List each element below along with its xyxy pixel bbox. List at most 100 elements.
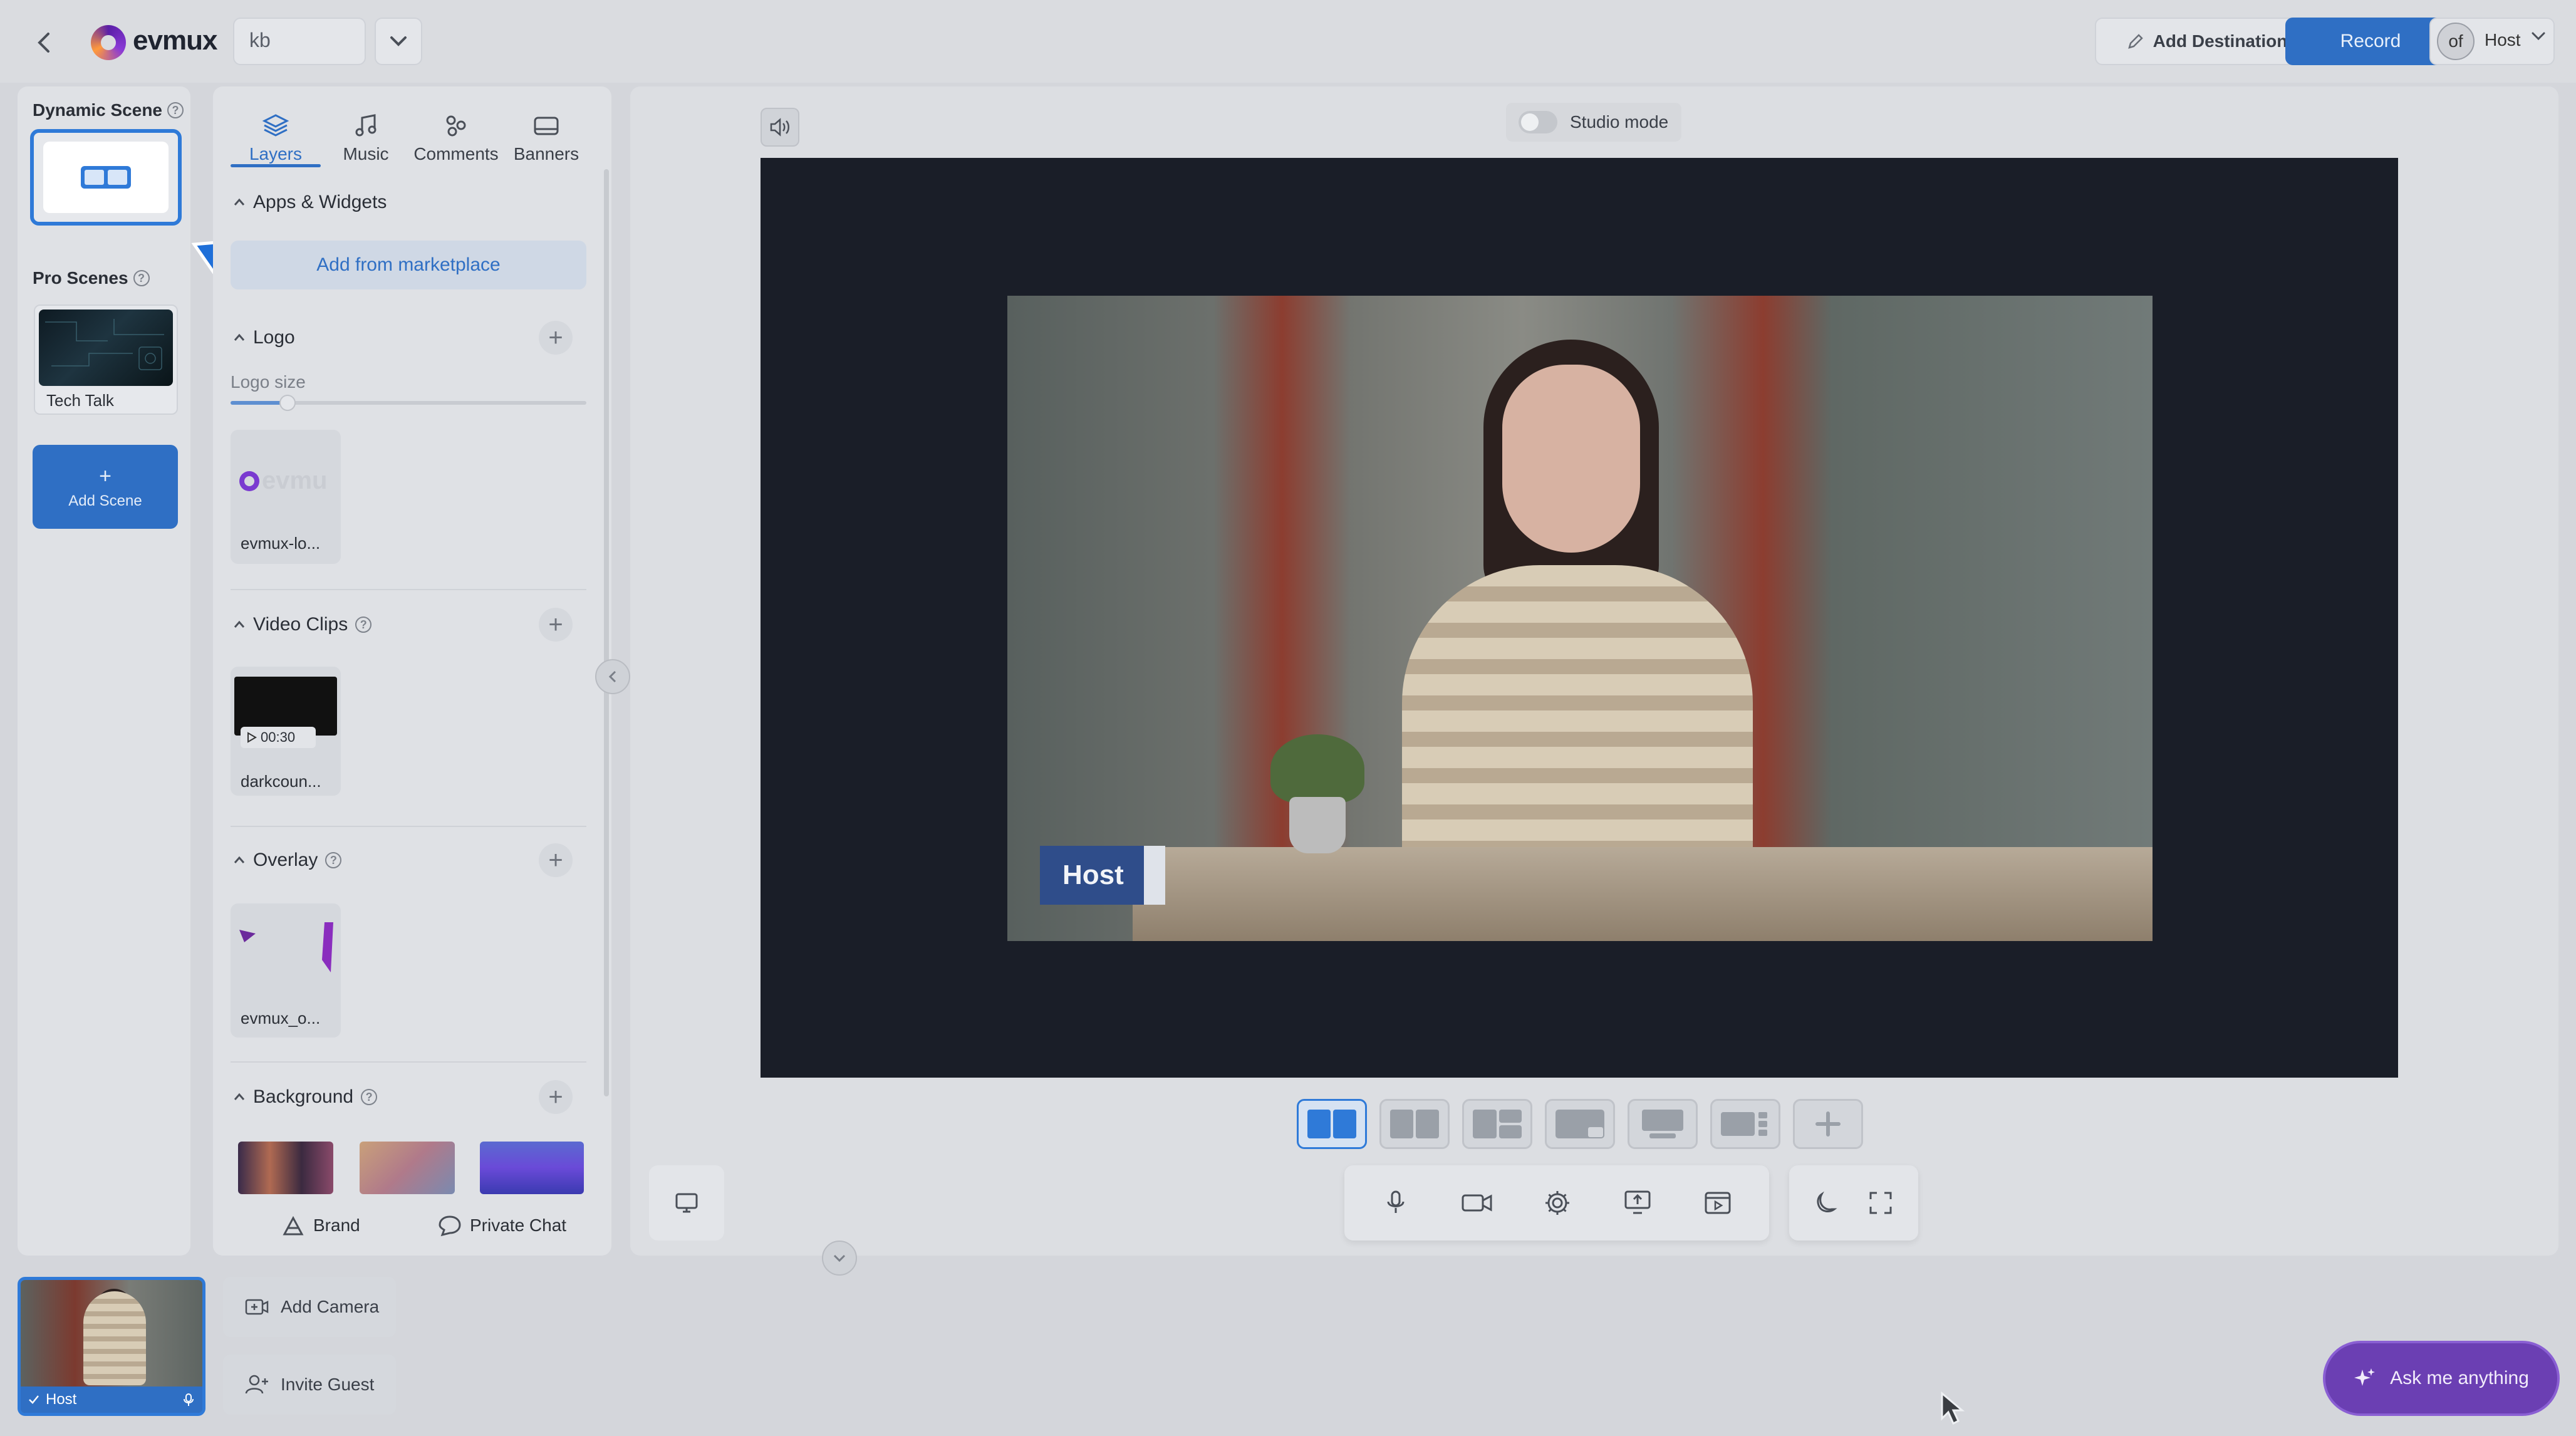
scene-card-tech-talk[interactable]: Tech Talk [34,304,178,415]
participant-body [83,1291,146,1385]
ask-me-anything-button[interactable]: Ask me anything [2323,1341,2560,1416]
help-icon[interactable]: ? [133,270,150,286]
background-option[interactable] [360,1142,455,1194]
layout-single[interactable] [1628,1099,1698,1149]
monitor-icon [675,1193,698,1213]
tab-label: Comments [413,144,499,164]
tab-music[interactable]: Music [322,101,410,164]
studio-mode-toggle[interactable]: Studio mode [1506,103,1681,142]
pencil-icon [2127,34,2143,49]
invite-guest-label: Invite Guest [281,1375,375,1394]
microphone-button[interactable] [1378,1185,1413,1220]
plus-icon: + [99,464,112,488]
add-camera-icon [245,1299,269,1315]
invite-user-icon [245,1375,268,1394]
tab-label: Layers [249,144,303,164]
ask-label: Ask me anything [2390,1368,2529,1388]
chevron-up-icon [234,856,245,863]
add-from-marketplace-button[interactable]: Add from marketplace [231,241,586,289]
background-option[interactable] [238,1142,333,1194]
microphone-icon [184,1393,194,1406]
monitor-button[interactable] [649,1165,724,1241]
chevron-left-icon [38,33,49,53]
layout-sidebar[interactable] [1710,1099,1780,1149]
tab-banners[interactable]: Banners [502,101,590,164]
video-clips-header[interactable]: Video Clips ? [233,614,372,635]
scene-card-label: Tech Talk [46,391,114,410]
video-camera-icon [1462,1194,1492,1212]
brand-label: Brand [313,1215,360,1235]
split-layout-icon [1390,1110,1439,1138]
divider [231,589,586,590]
background-header[interactable]: Background ? [233,1086,378,1108]
share-screen-icon [1624,1190,1651,1214]
divider [231,826,586,827]
layers-scrollbar[interactable] [604,169,609,1096]
dark-mode-button[interactable] [1809,1185,1844,1220]
host-video-feed [1007,296,2153,941]
add-video-clip-button[interactable]: + [539,608,573,642]
add-camera-button[interactable]: Add Camera [223,1277,396,1337]
section-title: Apps & Widgets [253,192,387,212]
back-button[interactable] [19,18,69,68]
fullscreen-button[interactable] [1863,1185,1898,1220]
logo-asset-label: evmux-lo... [241,534,321,553]
apps-widgets-header[interactable]: Apps & Widgets [233,192,387,213]
layout-side-by-side[interactable] [1379,1099,1450,1149]
video-desk [1133,847,2153,941]
layout-grid[interactable] [1462,1099,1532,1149]
chevron-down-icon [390,36,407,46]
invite-guest-button[interactable]: Invite Guest [223,1355,396,1415]
settings-button[interactable] [1540,1185,1575,1220]
help-icon[interactable]: ? [361,1089,378,1105]
camera-button[interactable] [1460,1185,1495,1220]
share-screen-button[interactable] [1620,1185,1655,1220]
overlay-header[interactable]: Overlay ? [233,850,342,871]
scene-thumbnail [39,310,173,386]
video-person-face [1502,365,1640,553]
add-logo-button[interactable]: + [539,321,573,355]
audio-button[interactable] [761,108,799,147]
project-dropdown-button[interactable] [375,18,422,65]
add-scene-button[interactable]: + Add Scene [33,445,178,529]
two-up-layout-icon [1307,1110,1356,1138]
layout-pip[interactable] [1545,1099,1615,1149]
view-controls [1789,1165,1918,1241]
speaker-icon [770,118,789,137]
layout-two-up[interactable] [1297,1099,1367,1149]
help-icon[interactable]: ? [325,852,342,868]
help-icon[interactable]: ? [167,102,184,118]
svg-text:evmu: evmu [262,467,328,494]
logo-size-slider-handle[interactable] [279,395,296,411]
media-button[interactable] [1700,1185,1735,1220]
add-background-button[interactable]: + [539,1080,573,1114]
overlay-thumbnail [239,922,333,972]
help-icon[interactable]: ? [355,617,372,633]
host-participant-tile[interactable]: Host [18,1277,205,1416]
collapse-bottom-button[interactable] [822,1241,857,1276]
add-destination-label: Add Destination [2153,31,2288,51]
video-plant [1270,734,1364,853]
microphone-icon [1387,1190,1405,1213]
toggle-switch[interactable] [1519,111,1557,133]
dynamic-scene-card[interactable] [30,129,182,226]
tab-layers[interactable]: Layers [232,101,319,164]
media-player-icon [1705,1192,1731,1214]
private-chat-button[interactable]: Private Chat [437,1214,566,1237]
check-icon [29,1395,39,1404]
background-option[interactable] [480,1142,584,1194]
participant-name: Host [46,1391,77,1408]
grid-layout-icon [1473,1110,1522,1138]
section-title: Overlay [253,850,318,870]
tab-comments[interactable]: Comments [412,101,500,164]
tab-label: Banners [513,144,579,164]
collapse-panel-button[interactable] [595,659,630,694]
add-overlay-button[interactable]: + [539,843,573,877]
logo-header[interactable]: Logo [233,327,295,348]
brand-button[interactable]: Brand [281,1214,360,1237]
add-layout-button[interactable] [1793,1099,1863,1149]
studio-mode-label: Studio mode [1570,112,1669,132]
dynamic-scene-heading: Dynamic Scene ? [33,100,184,120]
participant-bar: Host [21,1387,202,1413]
video-clip-label: darkcoun... [241,772,321,791]
